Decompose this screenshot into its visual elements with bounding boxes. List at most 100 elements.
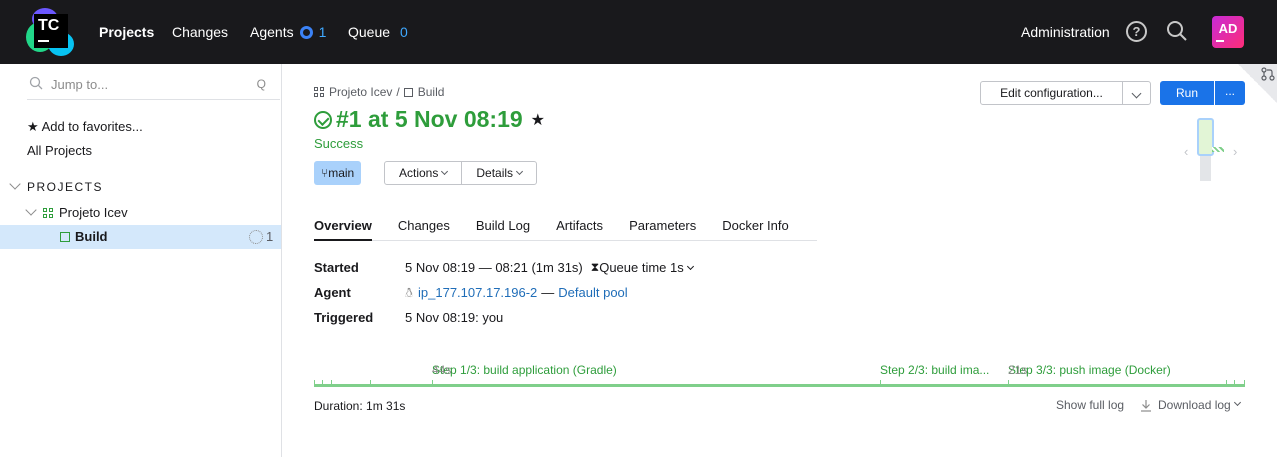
build-config-icon bbox=[60, 232, 70, 242]
projects-section-title: PROJECTS bbox=[27, 180, 104, 194]
agent-running-icon bbox=[299, 25, 313, 39]
build-config-icon bbox=[403, 87, 413, 97]
sidebar: Q ★ Add to favorites... All Projects PRO… bbox=[0, 64, 282, 457]
download-log-button[interactable]: Download log bbox=[1140, 398, 1241, 412]
tab-overview[interactable]: Overview bbox=[314, 218, 372, 241]
edit-configuration-button[interactable]: Edit configuration... bbox=[980, 81, 1123, 105]
agents-count: 1 bbox=[318, 24, 327, 40]
nav-projects-label: Projects bbox=[99, 24, 155, 40]
details-button[interactable]: Details bbox=[461, 162, 536, 184]
search-hotkey: Q bbox=[256, 77, 266, 91]
tab-docker-info[interactable]: Docker Info bbox=[722, 218, 788, 241]
nav-agents[interactable]: Agents 1 bbox=[250, 0, 326, 64]
build-history-hatch bbox=[1212, 147, 1224, 152]
chevron-down-icon bbox=[1233, 398, 1241, 406]
all-projects-link[interactable]: All Projects bbox=[27, 143, 92, 158]
breadcrumb: Projeto Icev / Build bbox=[314, 85, 444, 99]
build-name: Build bbox=[75, 229, 108, 244]
tab-artifacts[interactable]: Artifacts bbox=[556, 218, 603, 241]
running-spinner-icon bbox=[249, 230, 263, 244]
project-name: Projeto Icev bbox=[59, 205, 128, 220]
add-to-favorites-link[interactable]: ★ Add to favorites... bbox=[27, 119, 143, 135]
nav-changes-label: Changes bbox=[172, 24, 229, 40]
chevron-down-icon[interactable] bbox=[25, 203, 37, 216]
step-1-duration: 44s bbox=[432, 363, 452, 377]
actions-button[interactable]: Actions bbox=[385, 162, 461, 184]
show-full-log-link[interactable]: Show full log bbox=[1056, 398, 1124, 412]
build-tabs: Overview Changes Build Log Artifacts Par… bbox=[314, 218, 817, 241]
download-log-label: Download log bbox=[1158, 398, 1231, 412]
step-3-name: Step 3/3: push image (Docker) bbox=[1008, 363, 1171, 377]
tab-parameters[interactable]: Parameters bbox=[629, 218, 696, 241]
teamcity-logo[interactable]: TC bbox=[26, 8, 76, 58]
pull-request-icon[interactable] bbox=[1260, 66, 1276, 82]
chevron-down-icon bbox=[686, 262, 694, 271]
page-title: #1 at 5 Nov 08:19 bbox=[336, 106, 523, 132]
help-icon[interactable]: ? bbox=[1126, 21, 1147, 42]
avatar-initials: AD bbox=[1218, 21, 1238, 36]
step-2-name: Step 2/3: build ima... bbox=[880, 363, 990, 377]
triggered-row: Triggered 5 Nov 08:19: you bbox=[314, 310, 693, 335]
search-icon bbox=[29, 76, 43, 90]
jump-to-search[interactable]: Q bbox=[27, 68, 280, 100]
build-details: Started 5 Nov 08:19 — 08:21 (1m 31s) ⧗ Q… bbox=[314, 260, 694, 335]
linux-icon: 🐧︎ bbox=[405, 285, 414, 300]
queue-count: 0 bbox=[400, 24, 408, 40]
project-icon bbox=[43, 207, 53, 218]
build-actions-group: Actions Details bbox=[384, 161, 538, 185]
agent-row: Agent 🐧︎ ip_177.107.17.196-2 — Default p… bbox=[314, 285, 693, 310]
running-count: 1 bbox=[266, 229, 274, 244]
projects-section-header[interactable]: PROJECTS bbox=[9, 178, 104, 194]
search-icon[interactable] bbox=[1166, 20, 1188, 42]
sidebar-project-item[interactable]: Projeto Icev bbox=[25, 203, 128, 220]
agent-pool-link[interactable]: Default pool bbox=[558, 285, 627, 310]
started-value: 5 Nov 08:19 — 08:21 (1m 31s) bbox=[405, 260, 583, 275]
build-timeline bbox=[314, 380, 1245, 387]
main-content: Projeto Icev / Build #1 at 5 Nov 08:19 ★… bbox=[283, 64, 1277, 457]
project-icon bbox=[314, 87, 324, 97]
chevron-down-icon bbox=[441, 167, 449, 176]
branch-badge[interactable]: ⑂main bbox=[314, 161, 362, 185]
breadcrumb-project[interactable]: Projeto Icev bbox=[329, 85, 392, 99]
agent-pool-separator: — bbox=[541, 285, 555, 300]
hourglass-icon: ⧗ bbox=[590, 260, 600, 274]
details-label: Details bbox=[476, 166, 514, 180]
user-avatar[interactable]: AD bbox=[1212, 16, 1244, 48]
breadcrumb-build[interactable]: Build bbox=[418, 85, 445, 99]
favorite-star-icon[interactable]: ★ bbox=[531, 110, 545, 130]
download-icon bbox=[1141, 399, 1151, 412]
run-button[interactable]: Run bbox=[1160, 81, 1214, 105]
nav-projects[interactable]: Projects bbox=[99, 0, 154, 64]
logo-text: TC bbox=[38, 17, 60, 34]
nav-queue[interactable]: Queue 0 bbox=[348, 0, 408, 64]
nav-administration[interactable]: Administration bbox=[1021, 0, 1110, 64]
add-to-favorites-label: Add to favorites... bbox=[41, 119, 143, 134]
build-duration: Duration: 1m 31s bbox=[314, 399, 406, 413]
top-navigation-bar: TC Projects Changes Agents 1 Queue 0 Adm… bbox=[0, 0, 1277, 64]
breadcrumb-separator: / bbox=[396, 85, 400, 99]
started-label: Started bbox=[314, 260, 359, 275]
queue-time-toggle[interactable]: Queue time 1s bbox=[599, 260, 694, 285]
chevron-down-icon bbox=[1131, 88, 1142, 99]
step-3-duration: 21s bbox=[1008, 363, 1028, 377]
star-icon: ★ bbox=[27, 119, 39, 134]
sidebar-build-item[interactable]: Build 1 bbox=[0, 225, 281, 249]
nav-changes[interactable]: Changes bbox=[172, 0, 228, 64]
triggered-value: 5 Nov 08:19: you bbox=[405, 310, 504, 325]
build-history-chart: ‹ › bbox=[1183, 117, 1243, 183]
step-1-name: Step 1/3: build application (Gradle) bbox=[432, 363, 617, 377]
agent-link[interactable]: ip_177.107.17.196-2 bbox=[418, 285, 537, 310]
queue-time-label: Queue time 1s bbox=[599, 260, 684, 275]
jump-to-input[interactable] bbox=[51, 74, 251, 94]
chevron-right-icon[interactable]: › bbox=[1233, 144, 1237, 159]
edit-configuration-dropdown[interactable] bbox=[1122, 81, 1151, 105]
tab-build-log[interactable]: Build Log bbox=[476, 218, 530, 241]
actions-label: Actions bbox=[399, 166, 439, 180]
tab-changes[interactable]: Changes bbox=[398, 218, 450, 241]
chevron-left-icon[interactable]: ‹ bbox=[1184, 144, 1188, 159]
success-check-icon bbox=[314, 110, 332, 129]
triggered-label: Triggered bbox=[314, 310, 374, 325]
branch-name: main bbox=[328, 166, 355, 180]
chevron-down-icon bbox=[516, 167, 524, 176]
started-row: Started 5 Nov 08:19 — 08:21 (1m 31s) ⧗ Q… bbox=[314, 260, 694, 285]
